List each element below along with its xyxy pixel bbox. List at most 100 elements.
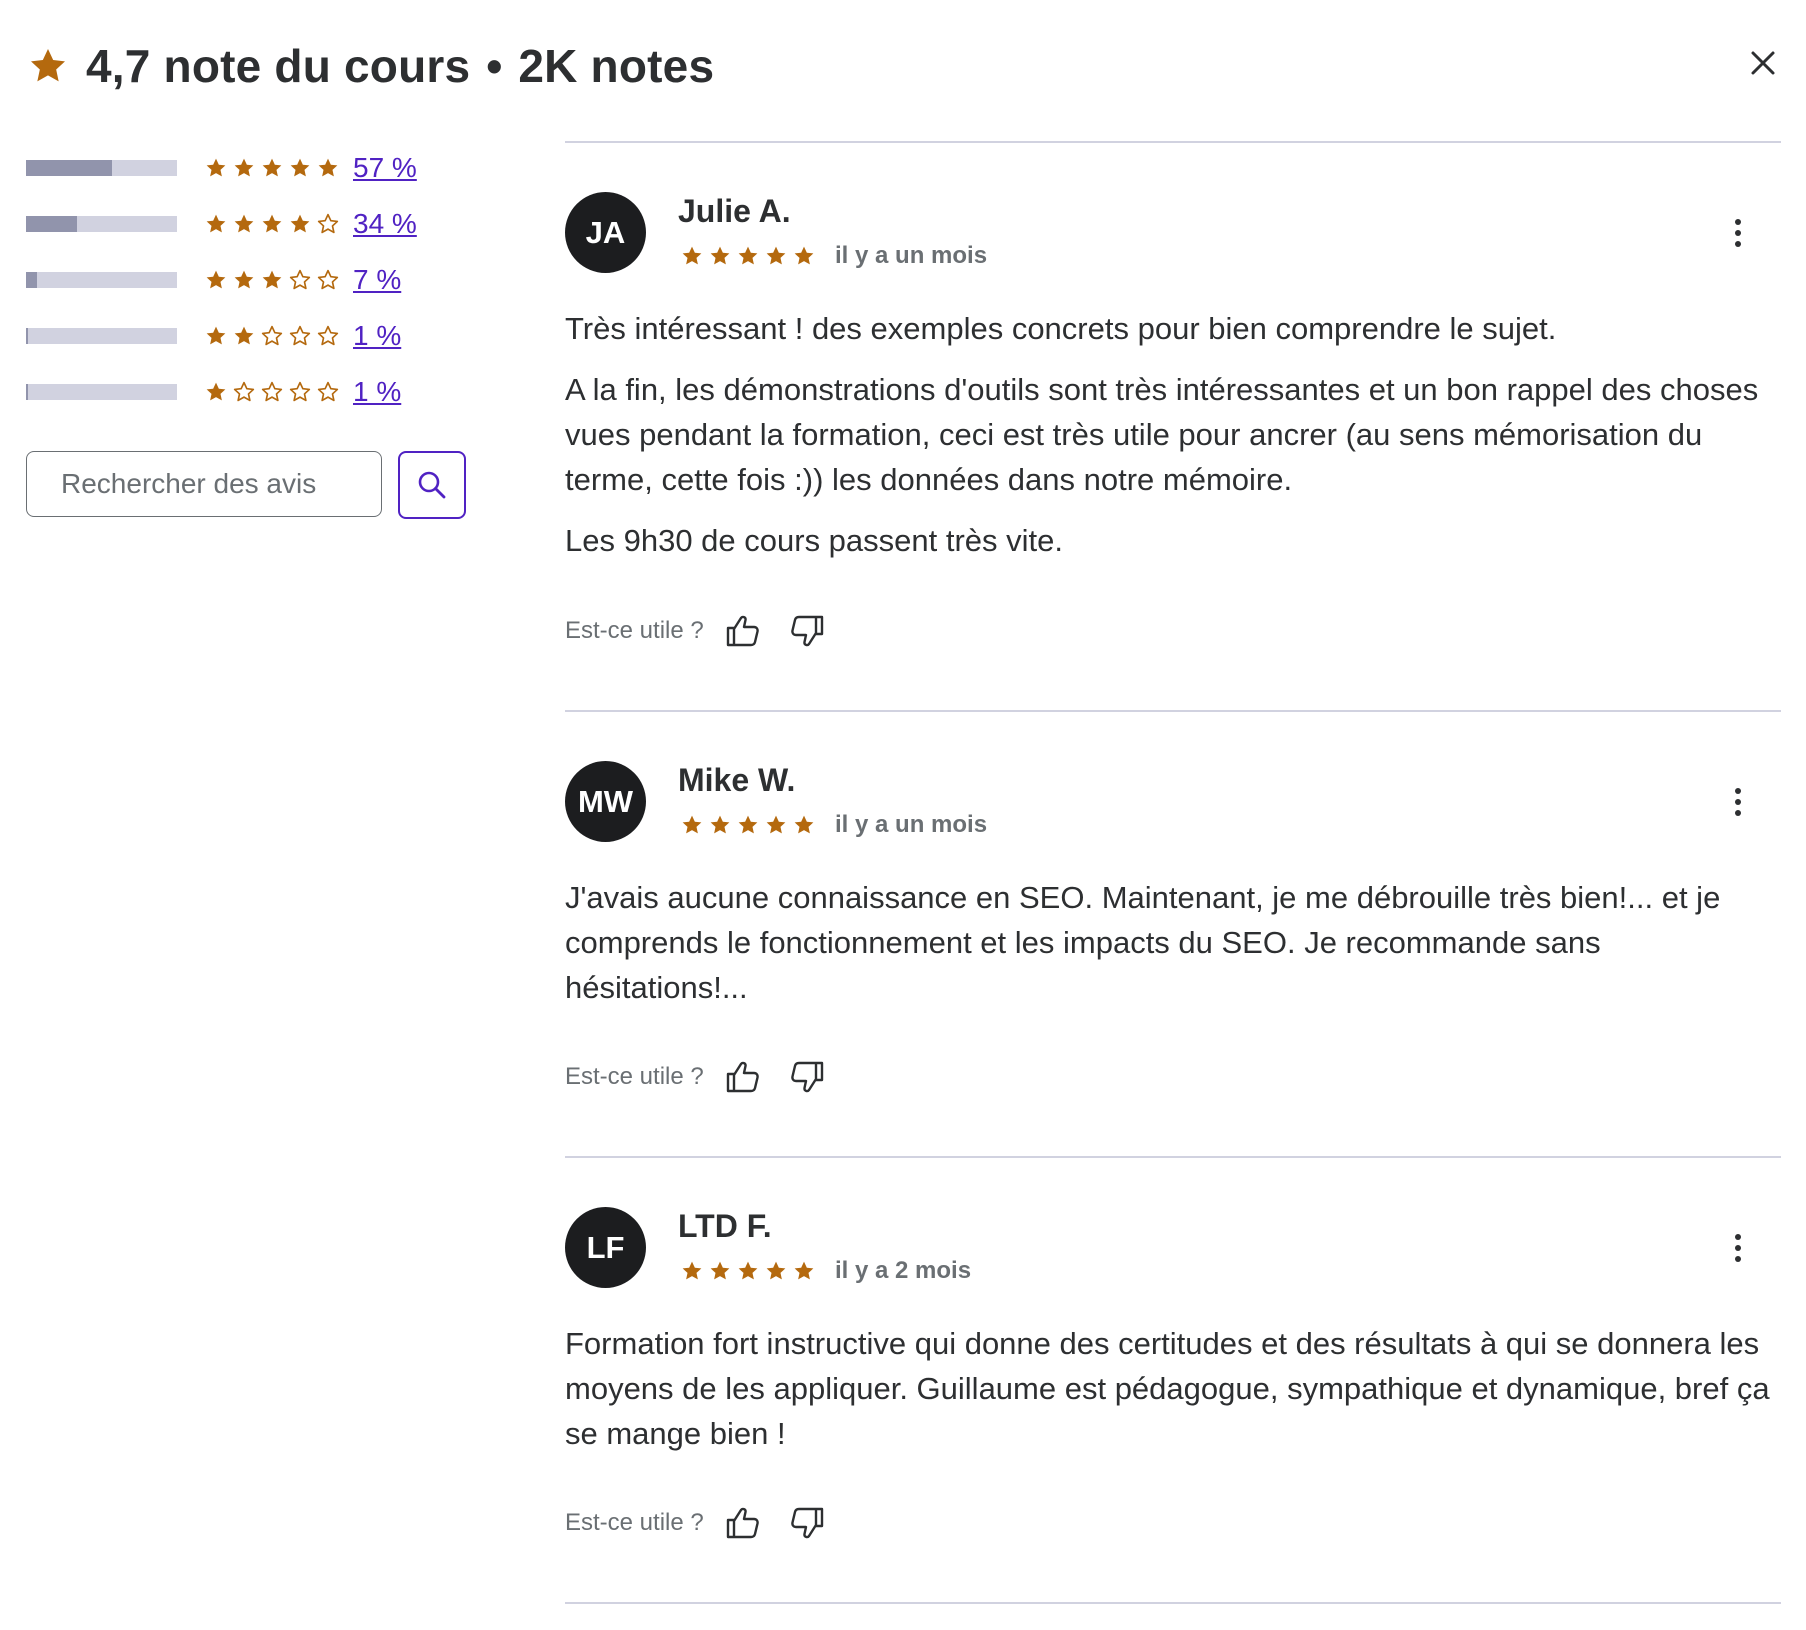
star-filled-icon xyxy=(206,214,226,233)
star-filled-icon xyxy=(290,158,310,177)
reviews-list: JA Julie A. il y a un mois Très intéress… xyxy=(565,141,1781,1604)
review-item: MW Mike W. il y a un mois J'avais aucune… xyxy=(565,712,1781,1156)
star-filled-icon xyxy=(234,270,254,289)
rating-percent-link[interactable]: 1 % xyxy=(353,376,401,408)
star-outline-icon xyxy=(261,381,283,402)
thumbs-up-icon[interactable] xyxy=(722,1503,762,1543)
reviewer-name: Julie A. xyxy=(678,193,791,229)
star-outline-icon xyxy=(261,325,283,346)
star-filled-icon xyxy=(234,326,254,345)
review-body: J'avais aucune connaissance en SEO. Main… xyxy=(565,875,1781,1010)
star-filled-icon xyxy=(738,1261,758,1280)
search-icon xyxy=(418,471,446,499)
more-options-icon[interactable] xyxy=(1723,1228,1753,1268)
review-date: il y a un mois xyxy=(835,811,988,838)
thumbs-up-icon[interactable] xyxy=(722,611,762,651)
helpful-label: Est-ce utile ? xyxy=(565,1063,704,1090)
star-outline-icon xyxy=(317,381,339,402)
review-search xyxy=(26,451,466,519)
rating-percent-link[interactable]: 57 % xyxy=(353,152,417,184)
more-options-icon[interactable] xyxy=(1723,782,1753,822)
star-filled-icon xyxy=(206,326,226,345)
star-filled-icon xyxy=(682,246,702,265)
thumbs-down-icon[interactable] xyxy=(788,611,828,651)
thumbs-down-icon[interactable] xyxy=(788,1503,828,1543)
review-body: Formation fort instructive qui donne des… xyxy=(565,1321,1781,1456)
star-filled-icon xyxy=(206,382,226,401)
star-icon xyxy=(31,49,65,82)
review-meta: il y a 2 mois xyxy=(681,1257,971,1285)
rating-bar xyxy=(26,384,177,400)
star-filled-icon xyxy=(738,246,758,265)
star-filled-icon xyxy=(206,158,226,177)
star-filled-icon xyxy=(262,214,282,233)
star-filled-icon xyxy=(234,214,254,233)
rating-stars xyxy=(205,325,339,347)
star-filled-icon xyxy=(738,815,758,834)
review-body: Très intéressant ! des exemples concrets… xyxy=(565,306,1781,563)
rating-stars xyxy=(205,269,339,291)
star-filled-icon xyxy=(794,1261,814,1280)
helpful-row: Est-ce utile ? xyxy=(565,1057,854,1097)
rating-stars xyxy=(205,381,339,403)
search-reviews-input[interactable] xyxy=(26,451,382,517)
star-filled-icon xyxy=(710,1261,730,1280)
star-filled-icon xyxy=(794,815,814,834)
rating-percent-link[interactable]: 7 % xyxy=(353,264,401,296)
breakdown-row[interactable]: 34 % xyxy=(26,196,486,252)
star-filled-icon xyxy=(206,270,226,289)
reviewer-name: LTD F. xyxy=(678,1208,772,1244)
rating-bar-fill xyxy=(26,216,78,232)
star-filled-icon xyxy=(766,246,786,265)
breakdown-row[interactable]: 57 % xyxy=(26,140,486,196)
course-rating-title: 4,7 note du cours xyxy=(86,40,471,92)
breakdown-row[interactable]: 1 % xyxy=(26,364,486,420)
star-filled-icon xyxy=(234,158,254,177)
thumbs-up-icon[interactable] xyxy=(722,1057,762,1097)
thumbs-down-icon[interactable] xyxy=(788,1057,828,1097)
review-stars xyxy=(681,1260,815,1282)
rating-breakdown: 57 % 34 % 7 % 1 % 1 % xyxy=(26,140,486,420)
review-stars xyxy=(681,245,815,267)
avatar: JA xyxy=(565,192,646,273)
avatar: LF xyxy=(565,1207,646,1288)
search-button[interactable] xyxy=(398,451,466,519)
rating-bar xyxy=(26,216,177,232)
helpful-label: Est-ce utile ? xyxy=(565,617,704,644)
rating-bar-fill xyxy=(26,384,28,400)
star-filled-icon xyxy=(766,815,786,834)
star-filled-icon xyxy=(794,246,814,265)
star-outline-icon xyxy=(317,213,339,234)
review-item: JA Julie A. il y a un mois Très intéress… xyxy=(565,143,1781,710)
more-options-icon[interactable] xyxy=(1723,213,1753,253)
breakdown-row[interactable]: 7 % xyxy=(26,252,486,308)
star-outline-icon xyxy=(317,269,339,290)
star-outline-icon xyxy=(233,381,255,402)
rating-percent-link[interactable]: 1 % xyxy=(353,320,401,352)
review-paragraph: Les 9h30 de cours passent très vite. xyxy=(565,523,1064,558)
star-filled-icon xyxy=(710,815,730,834)
review-paragraph: J'avais aucune connaissance en SEO. Main… xyxy=(565,880,1721,1005)
star-filled-icon xyxy=(682,1261,702,1280)
rating-stars xyxy=(205,213,339,235)
helpful-label: Est-ce utile ? xyxy=(565,1509,704,1536)
helpful-row: Est-ce utile ? xyxy=(565,1503,854,1543)
star-outline-icon xyxy=(317,325,339,346)
review-paragraph: A la fin, les démonstrations d'outils so… xyxy=(565,372,1759,497)
rating-stars xyxy=(205,157,339,179)
rating-bar-fill xyxy=(26,160,113,176)
star-filled-icon xyxy=(682,815,702,834)
star-filled-icon xyxy=(262,158,282,177)
rating-bar-fill xyxy=(26,328,28,344)
star-filled-icon xyxy=(290,214,310,233)
rating-bar xyxy=(26,328,177,344)
rating-bar-fill xyxy=(26,272,37,288)
title-separator: • xyxy=(486,40,503,92)
star-filled-icon xyxy=(766,1261,786,1280)
divider xyxy=(565,1602,1781,1604)
star-outline-icon xyxy=(289,325,311,346)
breakdown-row[interactable]: 1 % xyxy=(26,308,486,364)
rating-percent-link[interactable]: 34 % xyxy=(353,208,417,240)
rating-bar xyxy=(26,272,177,288)
close-icon[interactable] xyxy=(1742,42,1784,84)
